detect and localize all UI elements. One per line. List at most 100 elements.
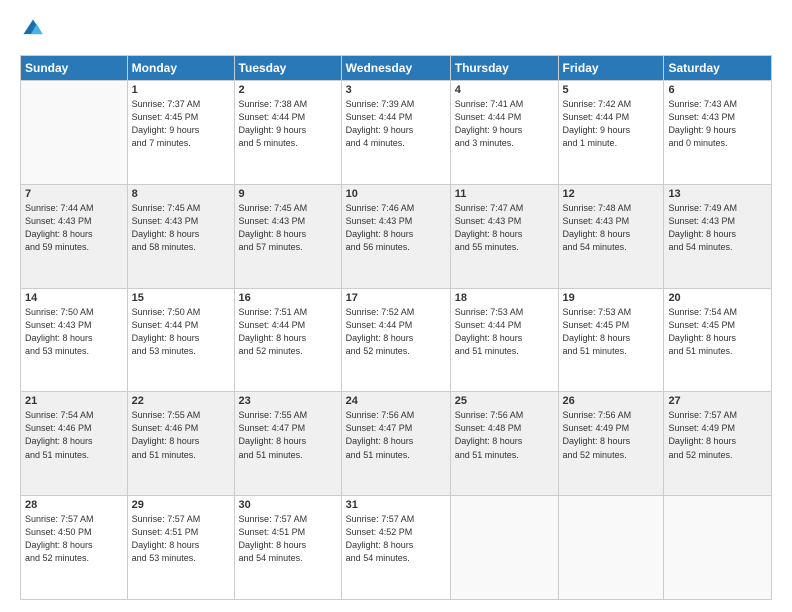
day-info: Sunrise: 7:57 AM Sunset: 4:51 PM Dayligh…	[132, 513, 230, 565]
header	[20, 18, 772, 45]
weekday-header: Saturday	[664, 56, 772, 81]
weekday-header: Tuesday	[234, 56, 341, 81]
day-info: Sunrise: 7:43 AM Sunset: 4:43 PM Dayligh…	[668, 98, 767, 150]
day-info: Sunrise: 7:45 AM Sunset: 4:43 PM Dayligh…	[239, 202, 337, 254]
calendar-cell: 7 Sunrise: 7:44 AM Sunset: 4:43 PM Daylig…	[21, 184, 128, 288]
calendar-cell: 13Sunrise: 7:49 AM Sunset: 4:43 PM Dayli…	[664, 184, 772, 288]
day-number: 30	[239, 499, 337, 511]
day-info: Sunrise: 7:39 AM Sunset: 4:44 PM Dayligh…	[346, 98, 446, 150]
day-number: 27	[668, 395, 767, 407]
day-info: Sunrise: 7:54 AM Sunset: 4:45 PM Dayligh…	[668, 306, 767, 358]
day-number: 7	[25, 188, 123, 200]
page: SundayMondayTuesdayWednesdayThursdayFrid…	[0, 0, 792, 612]
calendar-cell: 19Sunrise: 7:53 AM Sunset: 4:45 PM Dayli…	[558, 288, 664, 392]
day-number: 21	[25, 395, 123, 407]
day-info: Sunrise: 7:37 AM Sunset: 4:45 PM Dayligh…	[132, 98, 230, 150]
calendar-cell: 27 Sunrise: 7:57 AM Sunset: 4:49 PM Dayli…	[664, 392, 772, 496]
calendar-cell: 21 Sunrise: 7:54 AM Sunset: 4:46 PM Dayli…	[21, 392, 128, 496]
day-number: 10	[346, 188, 446, 200]
weekday-header: Monday	[127, 56, 234, 81]
weekday-header: Friday	[558, 56, 664, 81]
calendar-cell: 29 Sunrise: 7:57 AM Sunset: 4:51 PM Dayli…	[127, 496, 234, 600]
calendar-cell: 17 Sunrise: 7:52 AM Sunset: 4:44 PM Dayli…	[341, 288, 450, 392]
day-info: Sunrise: 7:50 AM Sunset: 4:43 PM Dayligh…	[25, 306, 123, 358]
calendar-cell: 8 Sunrise: 7:45 AM Sunset: 4:43 PM Daylig…	[127, 184, 234, 288]
logo-icon	[22, 18, 44, 40]
day-info: Sunrise: 7:57 AM Sunset: 4:50 PM Dayligh…	[25, 513, 123, 565]
day-number: 18	[455, 292, 554, 304]
day-number: 28	[25, 499, 123, 511]
day-number: 24	[346, 395, 446, 407]
calendar-cell: 18 Sunrise: 7:53 AM Sunset: 4:44 PM Dayli…	[450, 288, 558, 392]
day-info: Sunrise: 7:52 AM Sunset: 4:44 PM Dayligh…	[346, 306, 446, 358]
day-number: 2	[239, 84, 337, 96]
day-number: 8	[132, 188, 230, 200]
calendar-week-row: 14 Sunrise: 7:50 AM Sunset: 4:43 PM Dayli…	[21, 288, 772, 392]
calendar-cell: 11 Sunrise: 7:47 AM Sunset: 4:43 PM Dayli…	[450, 184, 558, 288]
day-number: 5	[563, 84, 660, 96]
day-info: Sunrise: 7:44 AM Sunset: 4:43 PM Dayligh…	[25, 202, 123, 254]
calendar-cell: 23 Sunrise: 7:55 AM Sunset: 4:47 PM Dayli…	[234, 392, 341, 496]
calendar-cell	[664, 496, 772, 600]
day-info: Sunrise: 7:46 AM Sunset: 4:43 PM Dayligh…	[346, 202, 446, 254]
day-number: 17	[346, 292, 446, 304]
calendar-cell: 1 Sunrise: 7:37 AM Sunset: 4:45 PM Daylig…	[127, 81, 234, 185]
calendar-cell: 2 Sunrise: 7:38 AM Sunset: 4:44 PM Daylig…	[234, 81, 341, 185]
calendar-cell: 26 Sunrise: 7:56 AM Sunset: 4:49 PM Dayli…	[558, 392, 664, 496]
day-number: 12	[563, 188, 660, 200]
calendar-cell: 14 Sunrise: 7:50 AM Sunset: 4:43 PM Dayli…	[21, 288, 128, 392]
day-number: 29	[132, 499, 230, 511]
day-number: 3	[346, 84, 446, 96]
day-number: 1	[132, 84, 230, 96]
day-number: 20	[668, 292, 767, 304]
calendar-cell: 28 Sunrise: 7:57 AM Sunset: 4:50 PM Dayli…	[21, 496, 128, 600]
day-info: Sunrise: 7:51 AM Sunset: 4:44 PM Dayligh…	[239, 306, 337, 358]
calendar-cell: 30 Sunrise: 7:57 AM Sunset: 4:51 PM Dayli…	[234, 496, 341, 600]
calendar-table: SundayMondayTuesdayWednesdayThursdayFrid…	[20, 55, 772, 600]
day-info: Sunrise: 7:56 AM Sunset: 4:48 PM Dayligh…	[455, 409, 554, 461]
logo	[20, 18, 44, 45]
day-number: 13	[668, 188, 767, 200]
day-info: Sunrise: 7:53 AM Sunset: 4:44 PM Dayligh…	[455, 306, 554, 358]
day-info: Sunrise: 7:54 AM Sunset: 4:46 PM Dayligh…	[25, 409, 123, 461]
day-number: 23	[239, 395, 337, 407]
calendar-header-row: SundayMondayTuesdayWednesdayThursdayFrid…	[21, 56, 772, 81]
day-info: Sunrise: 7:38 AM Sunset: 4:44 PM Dayligh…	[239, 98, 337, 150]
day-number: 16	[239, 292, 337, 304]
day-info: Sunrise: 7:47 AM Sunset: 4:43 PM Dayligh…	[455, 202, 554, 254]
calendar-cell	[558, 496, 664, 600]
calendar-cell	[450, 496, 558, 600]
day-info: Sunrise: 7:57 AM Sunset: 4:51 PM Dayligh…	[239, 513, 337, 565]
calendar-cell: 22Sunrise: 7:55 AM Sunset: 4:46 PM Dayli…	[127, 392, 234, 496]
day-number: 4	[455, 84, 554, 96]
calendar-cell: 4 Sunrise: 7:41 AM Sunset: 4:44 PM Daylig…	[450, 81, 558, 185]
day-number: 31	[346, 499, 446, 511]
day-info: Sunrise: 7:56 AM Sunset: 4:49 PM Dayligh…	[563, 409, 660, 461]
calendar-cell: 9 Sunrise: 7:45 AM Sunset: 4:43 PM Daylig…	[234, 184, 341, 288]
day-info: Sunrise: 7:56 AM Sunset: 4:47 PM Dayligh…	[346, 409, 446, 461]
day-number: 19	[563, 292, 660, 304]
calendar-cell: 12Sunrise: 7:48 AM Sunset: 4:43 PM Dayli…	[558, 184, 664, 288]
day-info: Sunrise: 7:57 AM Sunset: 4:52 PM Dayligh…	[346, 513, 446, 565]
day-number: 6	[668, 84, 767, 96]
day-info: Sunrise: 7:42 AM Sunset: 4:44 PM Dayligh…	[563, 98, 660, 150]
calendar-cell: 5 Sunrise: 7:42 AM Sunset: 4:44 PM Daylig…	[558, 81, 664, 185]
calendar-cell: 15Sunrise: 7:50 AM Sunset: 4:44 PM Dayli…	[127, 288, 234, 392]
calendar-week-row: 28 Sunrise: 7:57 AM Sunset: 4:50 PM Dayli…	[21, 496, 772, 600]
calendar-cell: 25Sunrise: 7:56 AM Sunset: 4:48 PM Dayli…	[450, 392, 558, 496]
day-number: 9	[239, 188, 337, 200]
calendar-cell: 10 Sunrise: 7:46 AM Sunset: 4:43 PM Dayli…	[341, 184, 450, 288]
day-number: 11	[455, 188, 554, 200]
day-number: 26	[563, 395, 660, 407]
calendar-cell: 3 Sunrise: 7:39 AM Sunset: 4:44 PM Daylig…	[341, 81, 450, 185]
day-info: Sunrise: 7:41 AM Sunset: 4:44 PM Dayligh…	[455, 98, 554, 150]
calendar-cell	[21, 81, 128, 185]
day-info: Sunrise: 7:57 AM Sunset: 4:49 PM Dayligh…	[668, 409, 767, 461]
day-info: Sunrise: 7:55 AM Sunset: 4:46 PM Dayligh…	[132, 409, 230, 461]
day-number: 14	[25, 292, 123, 304]
day-info: Sunrise: 7:45 AM Sunset: 4:43 PM Dayligh…	[132, 202, 230, 254]
day-info: Sunrise: 7:55 AM Sunset: 4:47 PM Dayligh…	[239, 409, 337, 461]
day-info: Sunrise: 7:50 AM Sunset: 4:44 PM Dayligh…	[132, 306, 230, 358]
weekday-header: Sunday	[21, 56, 128, 81]
calendar-cell: 24 Sunrise: 7:56 AM Sunset: 4:47 PM Dayli…	[341, 392, 450, 496]
